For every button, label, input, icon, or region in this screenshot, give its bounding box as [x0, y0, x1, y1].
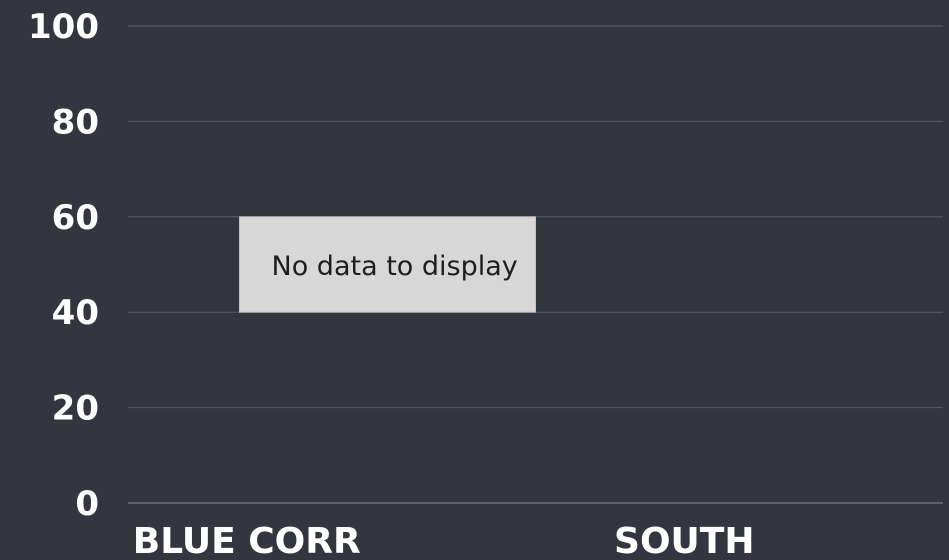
y-tick-label: 80	[52, 102, 99, 142]
bar-chart: 0 20 40 60 80 100 BLUE CORR SOUTH No data to d…	[28, 7, 943, 560]
no-data-text: No data to display	[272, 251, 518, 282]
y-axis-ticks: 0 20 40 60 80 100	[28, 7, 99, 524]
y-tick-label: 100	[28, 7, 99, 47]
y-tick-label: 0	[75, 484, 99, 524]
y-tick-label: 20	[52, 389, 99, 429]
x-tick-label: SOUTH	[614, 521, 754, 560]
y-tick-label: 40	[52, 293, 99, 333]
x-axis-ticks: BLUE CORR SOUTH	[133, 521, 755, 560]
y-tick-label: 60	[52, 198, 99, 238]
no-data-message: No data to display	[239, 216, 536, 313]
x-tick-label: BLUE CORR	[133, 521, 361, 560]
